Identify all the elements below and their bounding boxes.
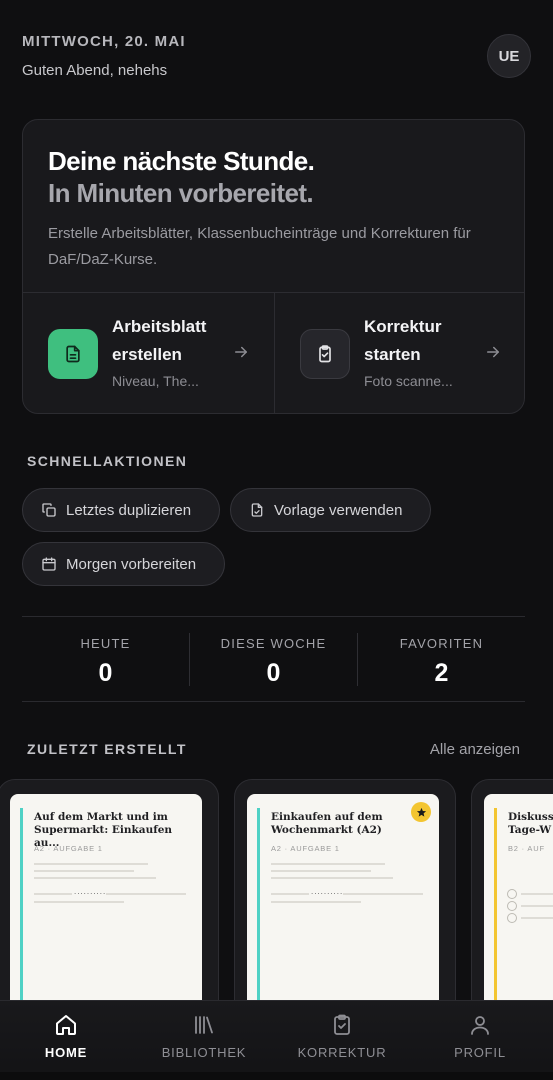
library-icon <box>195 1016 213 1034</box>
clipboard-check-icon <box>300 329 350 379</box>
use-template-label: Vorlage verwenden <box>274 501 403 519</box>
hero-card: Deine nächste Stunde. In Minuten vorbere… <box>22 119 525 414</box>
worksheet-meta: A2 · AUFGABE 1 <box>271 844 340 853</box>
stat-favorites[interactable]: FAVORITEN 2 <box>358 617 525 703</box>
stat-today: HEUTE 0 <box>22 617 189 703</box>
stats-row: HEUTE 0 DIESE WOCHE 0 FAVORITEN 2 <box>22 616 525 702</box>
worksheet-meta: A2 · AUFGABE 1 <box>34 844 103 853</box>
blank-dots: .......... <box>311 887 344 896</box>
prepare-tomorrow-label: Morgen vorbereiten <box>66 555 197 573</box>
placeholder-line <box>343 893 423 895</box>
tab-home-label: HOME <box>44 1045 88 1060</box>
start-correction-subtitle: Foto scanne... <box>364 373 453 389</box>
greeting-text: Guten Abend, nehehs <box>22 62 168 79</box>
stat-value: 2 <box>434 659 449 687</box>
stat-label: FAVORITEN <box>399 636 484 651</box>
stat-label: HEUTE <box>80 636 131 651</box>
stat-this-week: DIESE WOCHE 0 <box>190 617 357 703</box>
clipboard-check-icon <box>334 1014 350 1035</box>
placeholder-line <box>34 877 156 879</box>
calendar-icon <box>42 557 56 571</box>
start-correction-title: Korrektur starten <box>364 317 442 364</box>
file-template-icon <box>251 503 263 517</box>
quick-actions-heading: SCHNELLAKTIONEN <box>27 453 188 469</box>
header: MITTWOCH, 20. MAI Guten Abend, nehehs UE <box>22 0 531 100</box>
placeholder-line <box>521 905 553 907</box>
duplicate-last-label: Letztes duplizieren <box>66 501 192 519</box>
copy-icon <box>42 503 56 517</box>
document-icon <box>48 329 98 379</box>
tab-profile-label: PROFIL <box>454 1045 506 1060</box>
worksheet-meta: B2 · AUF <box>508 844 545 853</box>
home-indicator <box>0 1072 553 1080</box>
duplicate-last-button[interactable]: Letztes duplizieren <box>22 488 220 532</box>
prepare-tomorrow-button[interactable]: Morgen vorbereiten <box>22 542 225 586</box>
placeholder-line <box>106 893 186 895</box>
start-correction-button[interactable]: Korrektur starten Foto scanne... <box>275 293 524 413</box>
stat-value: 0 <box>266 659 281 687</box>
hero-description: Erstelle Arbeitsblätter, Klassenbucheint… <box>48 225 471 268</box>
option-circle <box>507 889 517 899</box>
see-all-link[interactable]: Alle anzeigen <box>430 741 520 758</box>
tab-home[interactable]: HOME <box>0 1001 135 1073</box>
tab-profile[interactable]: PROFIL <box>411 1001 549 1073</box>
placeholder-line <box>34 893 72 895</box>
placeholder-line <box>34 901 124 903</box>
tab-correction-label: KORREKTUR <box>297 1045 387 1060</box>
placeholder-line <box>271 863 385 865</box>
placeholder-line <box>521 917 553 919</box>
arrow-right-icon <box>487 346 499 358</box>
worksheet-title: Einkaufen auf dem Wochenmarkt (A2) <box>271 811 383 836</box>
use-template-button[interactable]: Vorlage verwenden <box>230 488 431 532</box>
create-worksheet-subtitle: Niveau, The... <box>112 373 199 389</box>
blank-dots: .......... <box>74 887 107 896</box>
stat-value: 0 <box>98 659 113 687</box>
tab-correction[interactable]: KORREKTUR <box>273 1001 411 1073</box>
home-screen: MITTWOCH, 20. MAI Guten Abend, nehehs UE… <box>0 0 553 1080</box>
placeholder-line <box>34 870 134 872</box>
recent-heading: ZULETZT ERSTELLT <box>27 741 187 757</box>
placeholder-line <box>34 863 148 865</box>
option-circle <box>507 913 517 923</box>
worksheet-title: Diskuss Tage-W <box>508 811 553 836</box>
hero-subtitle: In Minuten vorbereitet. <box>48 178 314 208</box>
create-worksheet-title: Arbeitsblatt erstellen <box>112 317 207 364</box>
hero-title: Deine nächste Stunde. <box>48 146 315 176</box>
stat-label: DIESE WOCHE <box>220 636 327 651</box>
home-icon <box>56 1015 76 1035</box>
placeholder-line <box>271 870 371 872</box>
arrow-right-icon <box>235 346 247 358</box>
bottom-tab-bar: HOME BIBLIOTHEK KORREKTUR PROFIL <box>0 1000 553 1080</box>
tab-library-label: BIBLIOTHEK <box>161 1045 247 1060</box>
avatar[interactable]: UE <box>487 34 531 78</box>
placeholder-line <box>271 893 309 895</box>
placeholder-line <box>521 893 553 895</box>
placeholder-line <box>271 901 361 903</box>
placeholder-line <box>271 877 393 879</box>
user-icon <box>471 1016 489 1035</box>
date-label: MITTWOCH, 20. MAI <box>22 33 186 50</box>
create-worksheet-button[interactable]: Arbeitsblatt erstellen Niveau, The... <box>23 293 274 413</box>
option-circle <box>507 901 517 911</box>
tab-library[interactable]: BIBLIOTHEK <box>135 1001 273 1073</box>
